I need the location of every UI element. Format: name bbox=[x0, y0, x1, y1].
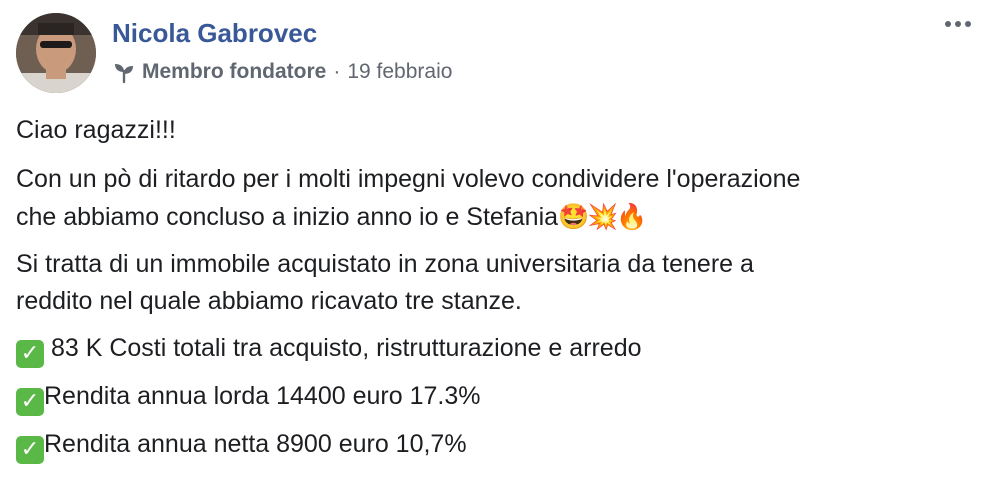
post-card: Nicola Gabrovec Membro fondatore · 19 fe… bbox=[0, 0, 988, 484]
collision-emoji-icon: 💥 bbox=[587, 202, 619, 231]
fire-emoji-icon: 🔥 bbox=[616, 202, 648, 231]
check-mark-icon: ✓ bbox=[16, 340, 44, 368]
post-body: Ciao ragazzi!!! Con un pò di ritardo per… bbox=[16, 112, 976, 474]
greeting-text: Ciao ragazzi!!! bbox=[16, 116, 176, 144]
list-item: ✓ Rendita annua lorda 14400 euro 17.3% bbox=[16, 378, 976, 416]
check-mark-icon: ✓ bbox=[16, 436, 44, 464]
check-mark-icon: ✓ bbox=[16, 388, 44, 416]
list-item: ✓ 83 K Costi totali tra acquisto, ristru… bbox=[16, 330, 976, 368]
sprout-icon bbox=[112, 60, 136, 84]
member-badge: Membro fondatore bbox=[142, 60, 327, 83]
avatar[interactable] bbox=[16, 13, 96, 93]
avatar-image bbox=[16, 13, 96, 93]
more-options-icon[interactable] bbox=[938, 10, 978, 38]
list-item: ✓ Rendita annua netta 8900 euro 10,7% bbox=[16, 426, 976, 464]
post-date[interactable]: 19 febbraio bbox=[347, 60, 452, 84]
paragraph-operation: Con un pò di ritardo per i molti impegni… bbox=[16, 161, 976, 236]
paragraph-property: Si tratta di un immobile acquistato in z… bbox=[16, 250, 754, 315]
author-name[interactable]: Nicola Gabrovec bbox=[112, 18, 317, 49]
meta-separator: · bbox=[333, 60, 341, 83]
post-meta: Membro fondatore · 19 febbraio bbox=[112, 60, 452, 84]
star-struck-emoji-icon: 🤩 bbox=[558, 202, 590, 231]
